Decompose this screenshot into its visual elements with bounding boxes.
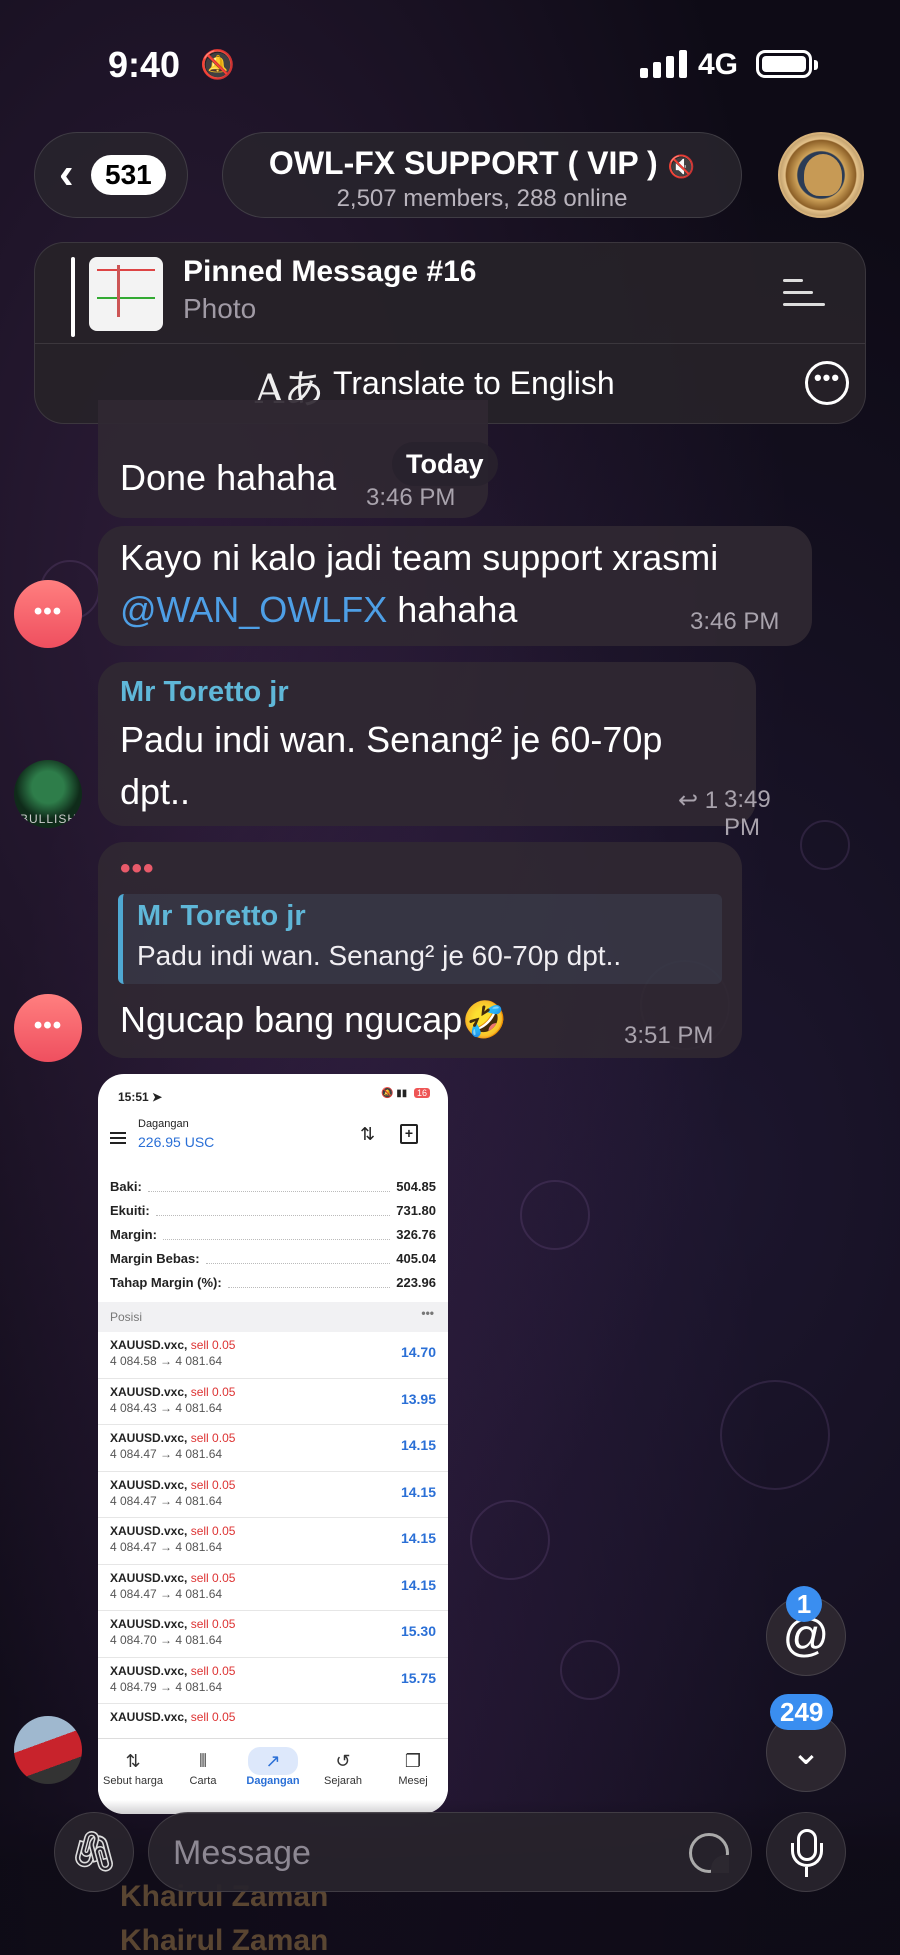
reply-text: Padu indi wan. Senang² je 60-70p dpt.. (137, 940, 622, 971)
translate-button[interactable]: Translate to English (333, 365, 615, 402)
sender-name[interactable]: Mr Toretto jr (120, 676, 289, 709)
sticker-icon[interactable] (689, 1833, 729, 1873)
voice-record-button[interactable] (766, 1812, 846, 1892)
silent-bell-icon: 🔕 (200, 49, 235, 80)
position-row: XAUUSD.vxc, sell 0.05 4 084.58 → 4 081.64… (98, 1332, 448, 1379)
message-text: Ngucap bang ngucap🤣 (120, 999, 508, 1040)
message-text: Done hahaha (120, 457, 337, 498)
divider (35, 343, 865, 344)
reply-arrow-icon: ↩ (678, 787, 699, 814)
reply-quote[interactable]: Mr Toretto jr Padu indi wan. Senang² je … (118, 894, 722, 984)
muted-icon: 🔇 (667, 154, 696, 179)
group-avatar[interactable] (778, 132, 864, 218)
chat-header[interactable]: OWL-FX SUPPORT ( VIP ) 🔇 2,507 members, 2… (222, 132, 742, 218)
user-avatar[interactable]: BULLISH (14, 760, 82, 828)
message-bubble[interactable]: Kayo ni kalo jadi team support xrasmi @W… (98, 526, 812, 646)
sender-placeholder: ••• (120, 852, 155, 885)
message-time: 3:46 PM (690, 608, 780, 635)
chat-icon: ❐ (404, 1751, 422, 1771)
photo-status-time: 15:51 ➤ (118, 1090, 163, 1104)
chevron-left-icon: ‹ (59, 149, 74, 198)
message-field (148, 1812, 752, 1892)
back-button[interactable]: ‹ 531 (34, 132, 188, 218)
message-text: Padu indi wan. Senang² je 60-70p dpt.. (120, 719, 663, 812)
message-time: 3:46 PM (366, 484, 456, 511)
message-bubble[interactable]: Mr Toretto jr Padu indi wan. Senang² je … (98, 662, 771, 841)
photo-app-title: Dagangan (138, 1118, 189, 1130)
photo-balance: 226.95 USC (138, 1134, 215, 1150)
mention-link[interactable]: @WAN_OWLFX (120, 589, 387, 630)
message-time: 3:51 PM (624, 1022, 714, 1049)
add-order-icon: + (400, 1124, 418, 1144)
account-row: Baki: 504.85 (110, 1178, 436, 1194)
photo-message[interactable]: 15:51 ➤ 🔕 ▮▮ 16 Dagangan 226.95 USC ⇅ + … (98, 1074, 448, 1814)
user-avatar[interactable]: ••• (14, 580, 82, 648)
date-chip: Today (392, 442, 498, 486)
account-row: Margin: 326.76 (110, 1226, 436, 1242)
sort-icon: ⇅ (360, 1124, 376, 1144)
chat-title: OWL-FX SUPPORT ( VIP ) (268, 145, 658, 181)
user-avatar[interactable] (14, 1716, 82, 1784)
position-row: XAUUSD.vxc, sell 0.05 4 084.47 → 4 081.64… (98, 1472, 448, 1518)
more-options-icon[interactable]: ••• (805, 361, 849, 405)
position-row: XAUUSD.vxc, sell 0.05 4 084.47 → 4 081.64… (98, 1425, 448, 1472)
status-bar: 9:40 🔕 4G (0, 0, 900, 130)
paperclip-icon: 🖇 (68, 1830, 120, 1874)
photo-status-icons: 🔕 ▮▮ 16 (381, 1088, 430, 1099)
unread-count-badge: 531 (91, 155, 166, 195)
pin-list-icon[interactable] (783, 275, 825, 311)
pinned-title: Pinned Message #16 (183, 255, 477, 288)
account-summary: Baki: 504.85 Ekuiti: 731.80 Margin: 326.76 Mar… (110, 1174, 436, 1294)
message-input[interactable] (173, 1831, 653, 1875)
reply-sender: Mr Toretto jr (137, 900, 306, 932)
attach-button[interactable]: 🖇 (54, 1812, 134, 1892)
unread-badge: 249 (770, 1694, 834, 1730)
trend-icon: ↗ (248, 1747, 298, 1775)
status-time: 9:40 (108, 44, 181, 85)
battery-icon (756, 50, 818, 78)
message-time: 3:49 PM (724, 786, 771, 841)
pinned-subtitle: Photo (183, 293, 257, 324)
network-type: 4G (698, 48, 739, 81)
account-row: Ekuiti: 731.80 (110, 1202, 436, 1218)
position-row: XAUUSD.vxc, sell 0.05 4 084.79 → 4 081.64… (98, 1658, 448, 1704)
candles-icon: ⫴ (199, 1751, 207, 1771)
account-row: Margin Bebas: 405.04 (110, 1250, 436, 1266)
pinned-thumbnail (89, 257, 163, 331)
pin-indicator (71, 257, 75, 337)
chevron-down-icon: ⌄ (790, 1731, 822, 1772)
reply-count[interactable]: ↩ 1 (678, 786, 718, 815)
position-row: XAUUSD.vxc, sell 0.05 4 084.70 → 4 081.64… (98, 1611, 448, 1658)
signal-icon (640, 50, 687, 78)
position-row: XAUUSD.vxc, sell 0.05 4 084.47 → 4 081.64… (98, 1518, 448, 1565)
owl-logo (804, 154, 842, 196)
hamburger-icon (110, 1132, 126, 1147)
mention-badge: 1 (786, 1586, 822, 1622)
pinned-panel: Pinned Message #16 Photo Aあ Translate to… (34, 242, 866, 424)
account-row: Tahap Margin (%): 223.96 (110, 1274, 436, 1290)
positions-list: XAUUSD.vxc, sell 0.05 4 084.58 → 4 081.64… (98, 1332, 448, 1751)
swap-icon: ⇅ (125, 1751, 141, 1771)
message-bubble[interactable]: ••• Mr Toretto jr Padu indi wan. Senang²… (98, 842, 742, 1058)
positions-header: Posisi ••• (98, 1302, 448, 1332)
chat-subtitle: 2,507 members, 288 online (336, 185, 628, 212)
position-row: XAUUSD.vxc, sell 0.05 4 084.47 → 4 081.64… (98, 1565, 448, 1611)
position-row: XAUUSD.vxc, sell 0.05 4 084.43 → 4 081.64… (98, 1379, 448, 1425)
user-avatar[interactable]: ••• (14, 994, 82, 1062)
underlying-reply-sender: Khairul Zaman (120, 1924, 329, 1955)
history-icon: ↺ (335, 1751, 351, 1771)
